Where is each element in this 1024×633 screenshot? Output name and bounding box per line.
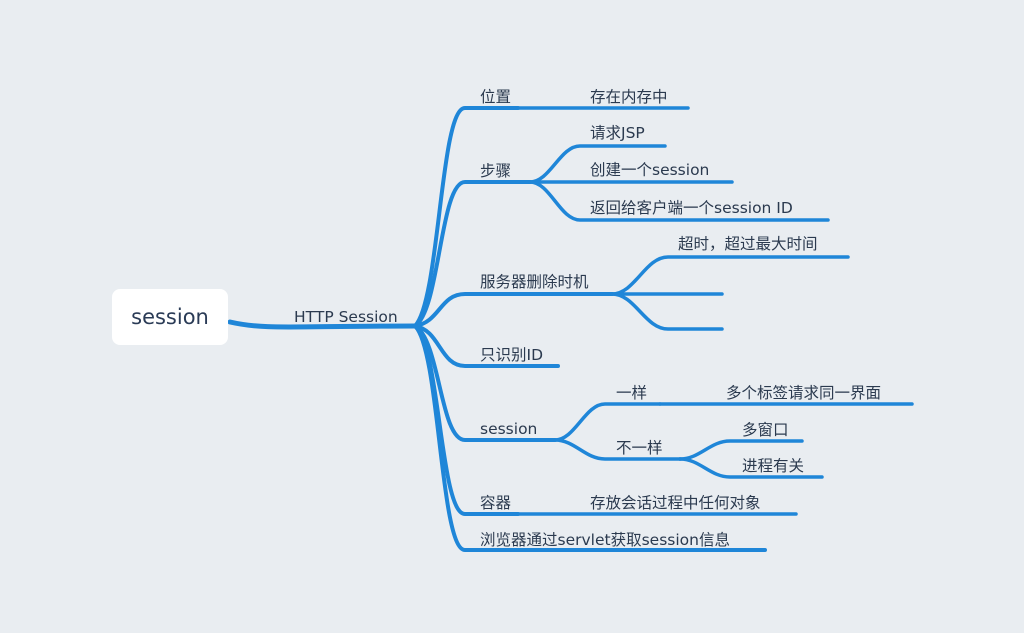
steps-child-1-label[interactable]: 请求JSP [590,124,645,142]
main-branch-label[interactable]: HTTP Session [294,308,398,326]
root-node-label: session [131,305,209,329]
steps-child-3-label[interactable]: 返回给客户端一个session ID [590,199,793,217]
connector-session-same [553,402,662,442]
steps-child-2-label[interactable]: 创建一个session [590,161,709,179]
branch-server-delete-label[interactable]: 服务器删除时机 [480,273,589,291]
connector-branch-server-delete [413,292,614,328]
branch-position-label[interactable]: 位置 [480,88,511,106]
different-child-2-label[interactable]: 进程有关 [742,457,804,475]
branch-steps-label[interactable]: 步骤 [480,162,511,180]
server-child-1-label[interactable]: 超时，超过最大时间 [678,235,818,253]
branch-session-label[interactable]: session [480,420,537,438]
session-same-label[interactable]: 一样 [616,384,647,402]
session-different-label[interactable]: 不一样 [616,439,663,457]
connector-server-child-3 [610,292,724,331]
mind-map-canvas: session HTTP Session 位置 步骤 服务器删除时机 只识别ID… [0,0,1024,633]
container-child-label[interactable]: 存放会话过程中任何对象 [590,494,761,512]
same-child-label[interactable]: 多个标签请求同一界面 [726,384,881,402]
branch-browser-label[interactable]: 浏览器通过servlet获取session信息 [480,531,730,549]
different-child-1-label[interactable]: 多窗口 [742,421,789,439]
position-child-label[interactable]: 存在内存中 [590,88,668,106]
branch-id-only-label[interactable]: 只识别ID [480,346,543,364]
connector-server-child-1 [610,255,850,296]
root-node[interactable]: session [112,289,228,345]
branch-container-label[interactable]: 容器 [480,494,511,512]
